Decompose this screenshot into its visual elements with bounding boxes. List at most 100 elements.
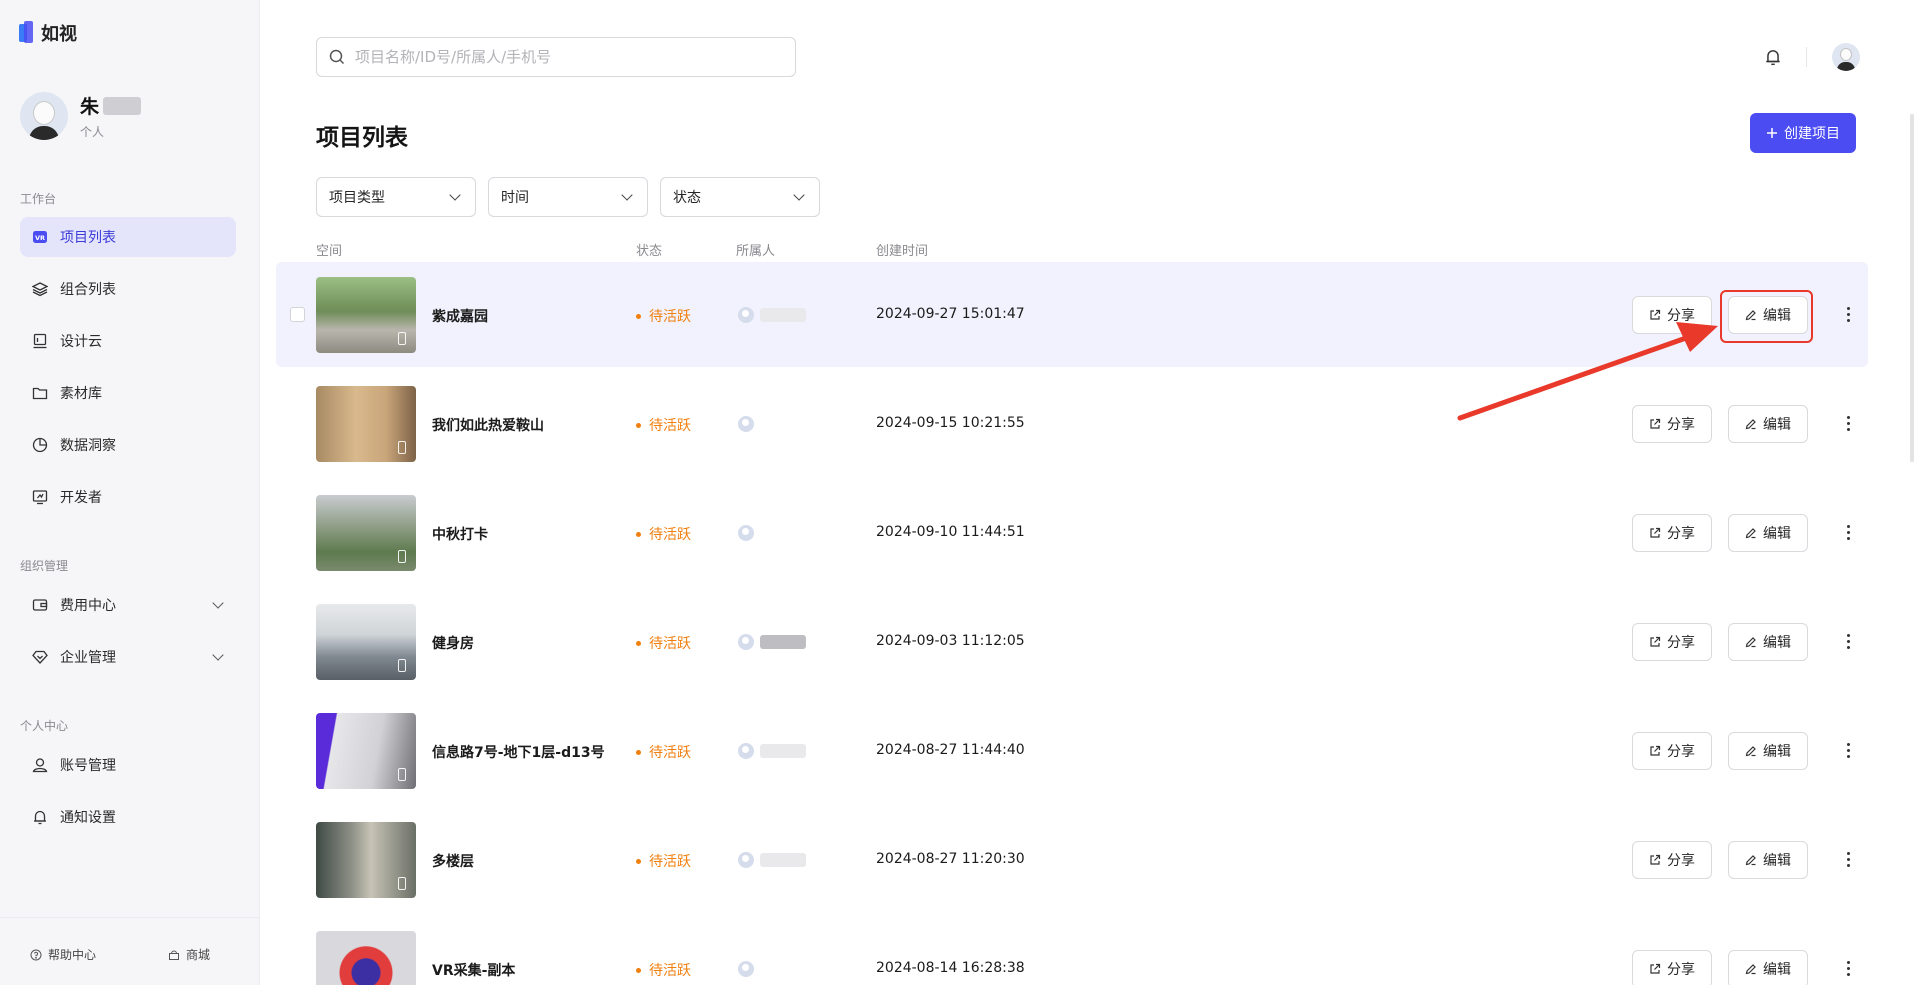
- logo-icon: [19, 21, 35, 45]
- edit-button[interactable]: 编辑: [1728, 405, 1808, 443]
- sidebar-item-label: 费用中心: [60, 598, 116, 614]
- edit-button[interactable]: 编辑: [1728, 841, 1808, 879]
- sidebar-item-design-cloud[interactable]: 设计云: [20, 321, 236, 361]
- edit-button[interactable]: 编辑: [1728, 623, 1808, 661]
- more-options-icon[interactable]: [1838, 953, 1858, 983]
- table-row[interactable]: VR采集-副本 待活跃 2024-08-14 16:28:38 分享 编辑: [276, 916, 1868, 985]
- edit-label: 编辑: [1763, 417, 1791, 433]
- help-center-link[interactable]: 帮助中心: [30, 946, 96, 963]
- folder-icon: [32, 385, 48, 401]
- project-name[interactable]: 信息路7号-地下1层-d13号: [432, 742, 605, 762]
- redacted-owner: [760, 853, 806, 867]
- sidebar: 如视 朱 个人 工作台 VR 项目列表 组合列表 设计云 素材库 数据洞察 开发…: [0, 0, 260, 985]
- sidebar-item-notifications[interactable]: 通知设置: [20, 797, 236, 837]
- sidebar-item-account[interactable]: 账号管理: [20, 745, 236, 785]
- more-options-icon[interactable]: [1838, 844, 1858, 874]
- project-thumbnail[interactable]: [316, 277, 416, 353]
- header-avatar[interactable]: [1832, 43, 1860, 71]
- sidebar-item-developer[interactable]: 开发者: [20, 477, 236, 517]
- shop-label: 商城: [186, 948, 211, 962]
- user-role: 个人: [80, 125, 105, 139]
- sidebar-item-assets[interactable]: 素材库: [20, 373, 236, 413]
- owner-avatar: [738, 961, 754, 977]
- project-name[interactable]: 中秋打卡: [432, 524, 488, 544]
- filter-label: 时间: [501, 190, 529, 206]
- project-name[interactable]: 我们如此热爱鞍山: [432, 415, 544, 435]
- share-icon: [1650, 745, 1661, 756]
- user-profile[interactable]: 朱 个人: [20, 92, 142, 140]
- status-badge: 待活跃: [636, 633, 691, 653]
- phone-icon: [398, 659, 406, 672]
- notification-bell-icon[interactable]: [1764, 48, 1782, 70]
- share-button[interactable]: 分享: [1632, 405, 1712, 443]
- share-button[interactable]: 分享: [1632, 732, 1712, 770]
- header-divider: [1806, 47, 1807, 67]
- scrollbar[interactable]: [1910, 114, 1914, 462]
- user-icon: [32, 757, 48, 773]
- filter-project-type[interactable]: 项目类型: [316, 177, 476, 217]
- filter-status[interactable]: 状态: [660, 177, 820, 217]
- sidebar-item-billing[interactable]: 费用中心: [20, 585, 236, 625]
- user-name: 朱: [80, 96, 100, 118]
- status-label: 待活跃: [649, 309, 691, 325]
- create-project-button[interactable]: 创建项目: [1750, 113, 1856, 153]
- more-options-icon[interactable]: [1838, 408, 1858, 438]
- sidebar-item-combos[interactable]: 组合列表: [20, 269, 236, 309]
- table-row[interactable]: 中秋打卡 待活跃 2024-09-10 11:44:51 分享 编辑: [276, 480, 1868, 585]
- status-badge: 待活跃: [636, 415, 691, 435]
- more-options-icon[interactable]: [1838, 299, 1858, 329]
- search-icon: [329, 49, 345, 65]
- share-label: 分享: [1667, 744, 1695, 760]
- highlight-box: [1720, 290, 1813, 343]
- project-thumbnail[interactable]: [316, 604, 416, 680]
- project-name[interactable]: 健身房: [432, 633, 474, 653]
- chevron-down-icon: [621, 189, 633, 201]
- diamond-icon: [32, 649, 48, 665]
- sidebar-item-projects[interactable]: VR 项目列表: [20, 217, 236, 257]
- section-personal: 个人中心: [20, 719, 69, 733]
- sidebar-item-enterprise[interactable]: 企业管理: [20, 637, 236, 677]
- sidebar-item-label: 组合列表: [60, 282, 116, 298]
- search-box[interactable]: [316, 37, 796, 77]
- wallet-icon: [32, 597, 48, 613]
- project-name[interactable]: 多楼层: [432, 851, 474, 871]
- project-thumbnail[interactable]: [316, 822, 416, 898]
- edit-button[interactable]: 编辑: [1728, 514, 1808, 552]
- table-row[interactable]: 信息路7号-地下1层-d13号 待活跃 2024-08-27 11:44:40 …: [276, 698, 1868, 803]
- more-options-icon[interactable]: [1838, 626, 1858, 656]
- phone-icon: [398, 441, 406, 454]
- sidebar-item-insights[interactable]: 数据洞察: [20, 425, 236, 465]
- project-thumbnail[interactable]: [316, 931, 416, 985]
- sidebar-item-label: 素材库: [60, 386, 102, 402]
- edit-button[interactable]: 编辑: [1728, 732, 1808, 770]
- project-thumbnail[interactable]: [316, 713, 416, 789]
- phone-icon: [398, 768, 406, 781]
- share-button[interactable]: 分享: [1632, 950, 1712, 985]
- table-row[interactable]: 多楼层 待活跃 2024-08-27 11:20:30 分享 编辑: [276, 807, 1868, 912]
- app-logo[interactable]: 如视: [19, 20, 77, 46]
- edit-icon: [1745, 964, 1756, 975]
- created-time: 2024-08-27 11:44:40: [876, 742, 1025, 758]
- project-name[interactable]: VR采集-副本: [432, 960, 515, 980]
- share-button[interactable]: 分享: [1632, 623, 1712, 661]
- chevron-down-icon: [212, 649, 224, 661]
- project-thumbnail[interactable]: [316, 386, 416, 462]
- more-options-icon[interactable]: [1838, 517, 1858, 547]
- more-options-icon[interactable]: [1838, 735, 1858, 765]
- table-row[interactable]: 紫成嘉园 待活跃 2024-09-27 15:01:47 分享 编辑: [276, 262, 1868, 367]
- edit-button[interactable]: 编辑: [1728, 950, 1808, 985]
- table-row[interactable]: 我们如此热爱鞍山 待活跃 2024-09-15 10:21:55 分享 编辑: [276, 371, 1868, 476]
- search-input[interactable]: [355, 48, 775, 66]
- owner: [738, 852, 806, 868]
- share-button[interactable]: 分享: [1632, 841, 1712, 879]
- share-button[interactable]: 分享: [1632, 514, 1712, 552]
- status-label: 待活跃: [649, 527, 691, 543]
- project-thumbnail[interactable]: [316, 495, 416, 571]
- project-name[interactable]: 紫成嘉园: [432, 306, 488, 326]
- share-button[interactable]: 分享: [1632, 296, 1712, 334]
- row-checkbox[interactable]: [290, 307, 305, 322]
- shop-link[interactable]: 商城: [168, 946, 210, 963]
- filter-time[interactable]: 时间: [488, 177, 648, 217]
- design-icon: [32, 333, 48, 349]
- table-row[interactable]: 健身房 待活跃 2024-09-03 11:12:05 分享 编辑: [276, 589, 1868, 694]
